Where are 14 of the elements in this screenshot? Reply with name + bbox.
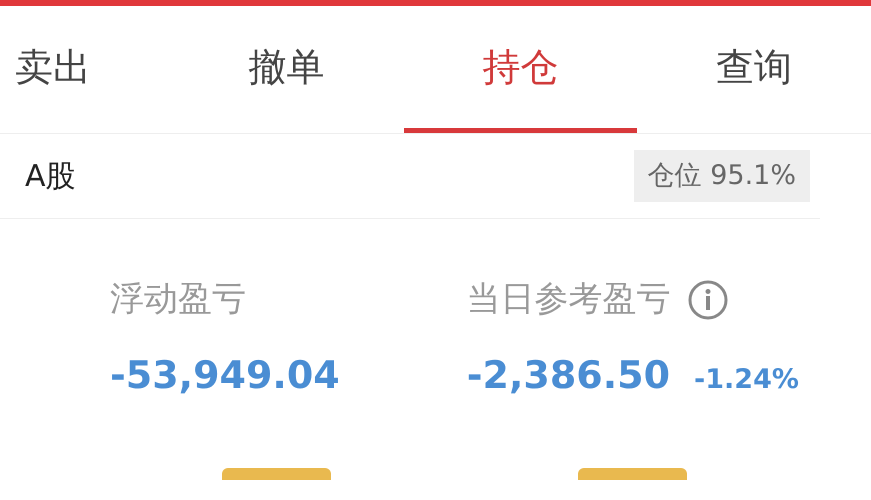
tab[interactable]: 撤单: [170, 6, 404, 133]
stat-value: -2,386.50: [466, 352, 670, 399]
tab[interactable]: 持仓: [404, 6, 638, 133]
tab[interactable]: 卖出: [0, 6, 170, 133]
action-button[interactable]: [578, 468, 687, 480]
stat-label: 当日参考盈亏: [466, 278, 671, 321]
stat-percent: -1.24%: [694, 363, 799, 397]
info-icon[interactable]: [686, 278, 729, 320]
action-button[interactable]: [222, 468, 331, 480]
stat-label: 浮动盈亏: [110, 278, 246, 321]
stat-value: -53,949.04: [110, 352, 340, 399]
tab[interactable]: 查询: [637, 6, 871, 133]
market-label: A股: [25, 158, 76, 196]
position-badge: 仓位 95.1%: [634, 150, 810, 202]
